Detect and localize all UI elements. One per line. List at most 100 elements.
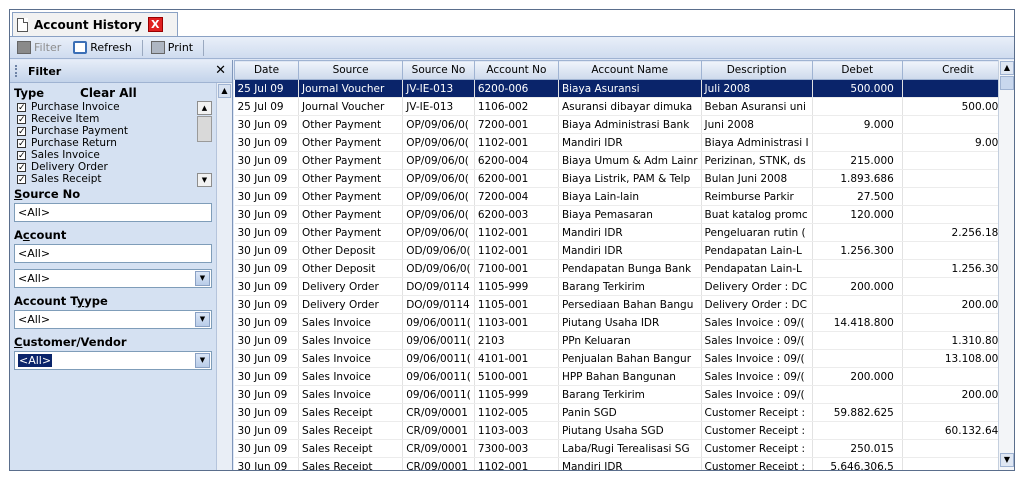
table-cell: Sales Invoice : 09/(: [701, 349, 813, 368]
table-row[interactable]: 25 Jul 09 Journal Voucher JV-IE-013 6200-00…: [234, 79, 1014, 98]
table-cell: CR/09/0001: [402, 403, 475, 422]
table-cell: [902, 403, 1014, 422]
account-type-select[interactable]: <All> ▼: [14, 310, 212, 329]
table-row[interactable]: 30 Jun 09 Other Payment OP/09/06/0(6200-00…: [234, 151, 1014, 170]
table-cell: 200.000: [902, 295, 1014, 314]
table-row[interactable]: 30 Jun 09 Sales Receipt CR/09/0001 1102-005…: [234, 403, 1014, 422]
table-row[interactable]: 30 Jun 09 Other Payment OP/09/06/0(7200-00…: [234, 187, 1014, 206]
account-input[interactable]: <All>: [14, 244, 212, 263]
table-cell: 09/06/0011(: [402, 385, 475, 404]
column-header[interactable]: Source No: [402, 60, 475, 80]
checkbox[interactable]: ✓: [17, 174, 26, 184]
scroll-thumb[interactable]: [197, 116, 212, 142]
table-row[interactable]: 30 Jun 09 Other Payment OP/09/06/0(1102-00…: [234, 223, 1014, 242]
table-row[interactable]: 30 Jun 09 Sales Invoice 09/06/0011(1105-99…: [234, 385, 1014, 404]
table-cell: Biaya Pemasaran: [558, 205, 702, 224]
table-cell: 6200-004: [474, 151, 559, 170]
grip-icon[interactable]: [15, 65, 20, 77]
table-row[interactable]: 30 Jun 09 Sales Invoice 09/06/0011(4101-00…: [234, 349, 1014, 368]
clear-all-button[interactable]: Clear All: [80, 86, 137, 100]
scroll-up-icon[interactable]: ▲: [218, 84, 231, 98]
filter-button[interactable]: Filter: [14, 39, 64, 57]
column-header[interactable]: Date: [234, 60, 300, 80]
table-cell: [812, 331, 903, 350]
history-table: Date Source Source No Account No Account Nam…: [234, 60, 1014, 470]
column-header[interactable]: Source: [298, 60, 404, 80]
table-cell: [902, 169, 1014, 188]
checkbox-label: Sales Receipt: [31, 173, 102, 185]
type-list-scrollbar[interactable]: ▲ ▼: [197, 101, 212, 187]
scroll-up-icon[interactable]: ▲: [1000, 61, 1014, 75]
customer-vendor-select[interactable]: <All> ▼: [14, 351, 212, 370]
type-checkbox-item[interactable]: ✓ Purchase Payment: [14, 125, 212, 137]
type-checkbox-item[interactable]: ✓ Purchase Invoice: [14, 101, 212, 113]
scroll-down-icon[interactable]: ▼: [1000, 453, 1014, 467]
column-header[interactable]: Account Name: [557, 60, 702, 80]
chevron-down-icon[interactable]: ▼: [195, 312, 210, 327]
table-cell: 1102-001: [474, 223, 559, 242]
column-header[interactable]: Debet: [811, 60, 903, 80]
table-cell: 30 Jun 09: [234, 115, 300, 134]
type-checkbox-item[interactable]: ✓ Sales Receipt: [14, 173, 212, 185]
scroll-up-icon[interactable]: ▲: [197, 101, 212, 115]
checkbox[interactable]: ✓: [17, 162, 26, 172]
table-row[interactable]: 30 Jun 09 Sales Invoice 09/06/0011(2103 PPn…: [234, 331, 1014, 350]
table-row[interactable]: 30 Jun 09 Other Deposit OD/09/06/0(7100-00…: [234, 259, 1014, 278]
type-checkbox-item[interactable]: ✓ Receive Item: [14, 113, 212, 125]
table-row[interactable]: 30 Jun 09 Other Payment OP/09/06/0(7200-00…: [234, 115, 1014, 134]
table-row[interactable]: 30 Jun 09 Other Deposit OD/09/06/0(1102-00…: [234, 241, 1014, 260]
checkbox[interactable]: ✓: [17, 114, 26, 124]
tab-account-history[interactable]: Account History X: [12, 12, 178, 36]
printer-icon: [150, 41, 165, 54]
table-cell: Delivery Order: [298, 277, 404, 296]
table-cell: Biaya Umum & Adm Lainr: [558, 151, 702, 170]
table-row[interactable]: 30 Jun 09 Delivery Order DO/09/0114 1105-99…: [234, 277, 1014, 296]
table-cell: 200.000: [812, 277, 903, 296]
column-header[interactable]: Account No: [473, 60, 559, 80]
scroll-down-icon[interactable]: ▼: [197, 173, 212, 187]
account-type-label: Account Tyype: [14, 294, 108, 308]
chevron-down-icon[interactable]: ▼: [195, 353, 210, 368]
table-row[interactable]: 30 Jun 09 Sales Receipt CR/09/0001 1103-003…: [234, 421, 1014, 440]
table-cell: Other Payment: [298, 205, 404, 224]
checkbox[interactable]: ✓: [17, 138, 26, 148]
table-cell: 30 Jun 09: [234, 205, 300, 224]
table-row[interactable]: 30 Jun 09 Other Payment OP/09/06/0(6200-00…: [234, 205, 1014, 224]
tab-title: Account History: [34, 17, 142, 32]
table-cell: 200.000: [812, 367, 903, 386]
document-icon: [17, 17, 28, 32]
table-row[interactable]: 30 Jun 09 Other Payment OP/09/06/0(6200-00…: [234, 169, 1014, 188]
grid-scrollbar[interactable]: ▲ ▼: [998, 60, 1014, 470]
checkbox-label: Purchase Payment: [31, 125, 128, 137]
close-filter-icon[interactable]: ✕: [215, 63, 226, 78]
type-checkbox-item[interactable]: ✓ Sales Invoice: [14, 149, 212, 161]
column-header[interactable]: Description: [700, 60, 813, 80]
refresh-button[interactable]: Refresh: [70, 39, 135, 57]
table-row[interactable]: 30 Jun 09 Other Payment OP/09/06/0(1102-00…: [234, 133, 1014, 152]
type-checkbox-item[interactable]: ✓ Purchase Return: [14, 137, 212, 149]
scroll-thumb[interactable]: [1000, 76, 1014, 90]
table-row[interactable]: 30 Jun 09 Sales Invoice 09/06/0011(5100-00…: [234, 367, 1014, 386]
table-row[interactable]: 30 Jun 09 Sales Receipt CR/09/0001 1102-001…: [234, 457, 1014, 470]
table-row[interactable]: 30 Jun 09 Sales Receipt CR/09/0001 7300-003…: [234, 439, 1014, 458]
print-button[interactable]: Print: [148, 39, 196, 57]
type-checkbox-item[interactable]: ✓ Delivery Order: [14, 161, 212, 173]
table-cell: 1105-999: [474, 385, 559, 404]
chevron-down-icon[interactable]: ▼: [195, 271, 210, 286]
filter-panel-scrollbar[interactable]: ▲: [216, 83, 232, 470]
table-row[interactable]: 30 Jun 09 Delivery Order DO/09/0114 1105-00…: [234, 295, 1014, 314]
close-icon[interactable]: X: [147, 17, 163, 32]
column-header[interactable]: Credit: [901, 60, 1014, 80]
table-cell: OD/09/06/0(: [402, 259, 475, 278]
source-no-input[interactable]: <All>: [14, 203, 212, 222]
table-cell: Barang Terkirim: [558, 385, 702, 404]
account-select[interactable]: <All> ▼: [14, 269, 212, 288]
table-row[interactable]: 30 Jun 09 Sales Invoice 09/06/0011(1103-00…: [234, 313, 1014, 332]
checkbox[interactable]: ✓: [17, 150, 26, 160]
account-select-value: <All>: [18, 272, 51, 285]
checkbox[interactable]: ✓: [17, 102, 26, 112]
table-row[interactable]: 25 Jul 09 Journal Voucher JV-IE-013 1106-00…: [234, 97, 1014, 116]
checkbox[interactable]: ✓: [17, 126, 26, 136]
table-cell: 2103: [474, 331, 559, 350]
filter-icon: [17, 41, 31, 54]
